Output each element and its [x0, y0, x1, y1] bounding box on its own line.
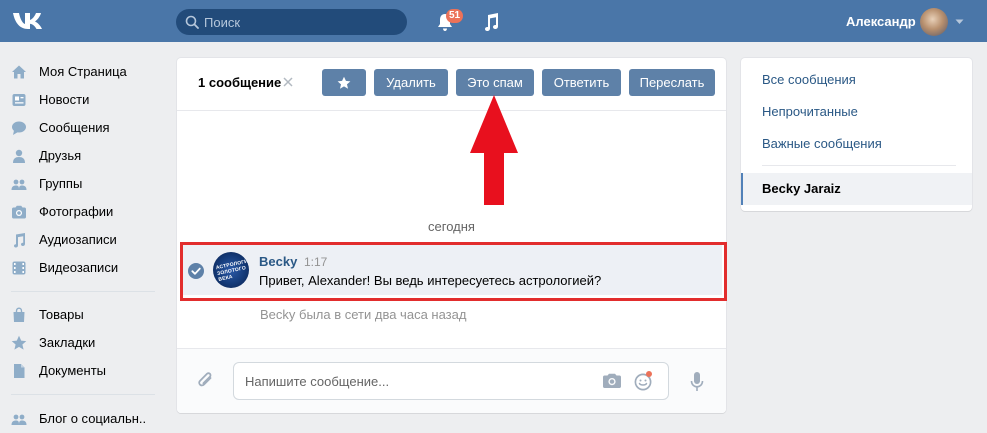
- panel-divider: [762, 165, 956, 166]
- delete-button[interactable]: Удалить: [374, 69, 448, 96]
- message-row[interactable]: АСТРОЛОГИЯ ЗОЛОТОГО ВЕКА Becky 1:17 Прив…: [181, 243, 722, 295]
- sidebar-item-label: Друзья: [39, 148, 82, 163]
- sidebar-item-label: Закладки: [39, 335, 96, 350]
- sidebar-item-audio[interactable]: Аудиозаписи: [0, 226, 160, 254]
- camera-icon: [12, 205, 26, 219]
- document-icon: [14, 364, 25, 378]
- active-dialog[interactable]: Becky Jaraiz: [741, 173, 972, 205]
- camera-icon[interactable]: [602, 373, 622, 389]
- message-input[interactable]: [245, 363, 585, 399]
- vk-logo-icon[interactable]: [11, 9, 47, 33]
- mark-important-button[interactable]: [322, 69, 366, 96]
- sidebar-item-label: Моя Страница: [39, 64, 127, 79]
- close-icon[interactable]: [283, 77, 293, 87]
- sidebar-item-label: Документы: [39, 363, 107, 378]
- active-dialog-name: Becky Jaraiz: [762, 181, 841, 196]
- sidebar-item-label: Новости: [39, 92, 90, 107]
- music-icon: [14, 233, 25, 248]
- news-icon: [12, 94, 26, 106]
- paperclip-icon[interactable]: [197, 371, 215, 391]
- group-icon: [11, 414, 27, 425]
- search-icon: [185, 15, 199, 29]
- user-avatar[interactable]: [920, 8, 948, 36]
- sidebar-divider: [11, 394, 155, 395]
- sidebar-item-label: Видеозаписи: [39, 260, 119, 275]
- music-icon[interactable]: [482, 12, 500, 32]
- sidebar-divider: [11, 291, 155, 292]
- sidebar-item-label: Фотографии: [39, 204, 114, 219]
- star-icon: [337, 76, 351, 89]
- reply-button[interactable]: Ответить: [542, 69, 621, 96]
- last-seen-status: Becky была в сети два часа назад: [260, 307, 467, 322]
- microphone-icon[interactable]: [690, 371, 704, 393]
- sidebar-item-messages[interactable]: Сообщения: [0, 114, 160, 142]
- sidebar-item-goods[interactable]: Товары: [0, 301, 160, 329]
- selected-count: 1 сообщение: [198, 75, 282, 90]
- sidebar-item-bookmarks[interactable]: Закладки: [0, 329, 160, 357]
- sidebar-item-blog-group[interactable]: Блог о социальн..: [0, 405, 160, 433]
- bag-icon: [13, 307, 25, 322]
- sidebar-item-groups[interactable]: Группы: [0, 170, 160, 198]
- sender-avatar[interactable]: АСТРОЛОГИЯ ЗОЛОТОГО ВЕКА: [213, 252, 249, 288]
- sidebar-item-label: Блог о социальн..: [39, 411, 147, 426]
- filter-unread[interactable]: Непрочитанные: [762, 104, 858, 119]
- avatar-text: АСТРОЛОГИЯ ЗОЛОТОГО ВЕКА: [215, 257, 249, 283]
- message-time: 1:17: [304, 255, 328, 269]
- top-bar: 51 Александр: [0, 0, 987, 42]
- sidebar-item-label: Аудиозаписи: [39, 232, 117, 247]
- sidebar-item-label: Сообщения: [39, 120, 110, 135]
- spam-button[interactable]: Это спам: [456, 69, 534, 96]
- date-separator: сегодня: [177, 219, 726, 234]
- message-text: Привет, Alexander! Вы ведь интересуетесь…: [259, 273, 602, 288]
- sidebar-item-label: Товары: [39, 307, 84, 322]
- home-icon: [12, 65, 26, 79]
- date-label: сегодня: [418, 219, 485, 234]
- sidebar-item-documents[interactable]: Документы: [0, 357, 160, 385]
- notifications-badge: 51: [446, 9, 464, 23]
- message-input-box[interactable]: [233, 362, 669, 400]
- sidebar-item-video[interactable]: Видеозаписи: [0, 254, 160, 282]
- filter-important[interactable]: Важные сообщения: [762, 136, 882, 151]
- user-name[interactable]: Александр: [846, 14, 916, 29]
- emoji-icon[interactable]: [634, 370, 654, 392]
- sidebar-item-news[interactable]: Новости: [0, 86, 160, 114]
- forward-button[interactable]: Переслать: [629, 69, 715, 96]
- dialog-filter-panel: Все сообщения Непрочитанные Важные сообщ…: [741, 58, 972, 211]
- selection-toolbar: 1 сообщение Удалить Это спам Ответить Пе…: [177, 58, 726, 111]
- chevron-down-icon[interactable]: [955, 19, 964, 25]
- search-box[interactable]: [176, 9, 407, 35]
- sidebar-item-label: Группы: [39, 176, 83, 191]
- filter-all-messages[interactable]: Все сообщения: [762, 72, 856, 87]
- video-icon: [12, 261, 26, 275]
- checkmark-icon[interactable]: [188, 263, 204, 279]
- search-input[interactable]: [204, 9, 399, 35]
- star-icon: [11, 335, 27, 350]
- groups-icon: [11, 179, 27, 190]
- sidebar-item-photos[interactable]: Фотографии: [0, 198, 160, 226]
- conversation-panel: 1 сообщение Удалить Это спам Ответить Пе…: [177, 58, 726, 413]
- sidebar-item-friends[interactable]: Друзья: [0, 142, 160, 170]
- sidebar-item-my-page[interactable]: Моя Страница: [0, 58, 160, 86]
- messages-icon: [12, 121, 26, 135]
- message-composer: [177, 348, 726, 413]
- message-author[interactable]: Becky: [259, 254, 297, 269]
- friends-icon: [13, 149, 25, 163]
